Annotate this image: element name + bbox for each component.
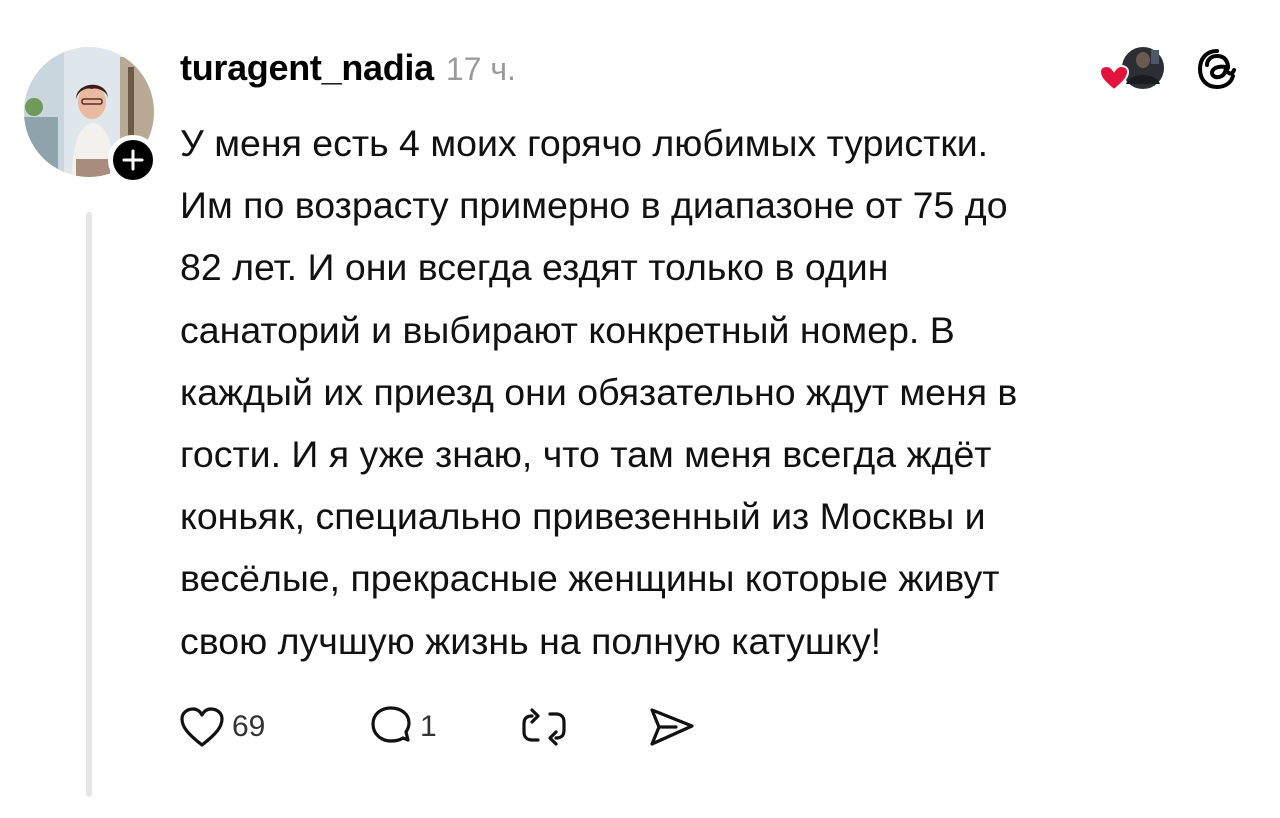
post-line: санаторий и выбирают конкретный номер. В xyxy=(180,308,955,351)
post-line: Им по возрасту примерно в диапазоне от 7… xyxy=(180,184,1008,227)
like-count: 69 xyxy=(232,710,266,743)
author-avatar-container[interactable] xyxy=(24,47,158,187)
heart-badge-icon xyxy=(1098,64,1130,92)
thread-line xyxy=(86,212,92,797)
reply-count: 1 xyxy=(420,710,437,743)
like-button[interactable]: 69 xyxy=(178,702,265,752)
heart-icon xyxy=(180,707,224,747)
post-body: У меня есть 4 моих горячо любимых турист… xyxy=(180,112,1260,672)
plus-icon xyxy=(122,149,144,171)
post-line: каждый их приезд они обязательно ждут ме… xyxy=(180,370,1018,413)
post-header: turagent_nadia 17 ч. xyxy=(180,47,516,93)
post-line: весёлые, прекрасные женщины которые живу… xyxy=(180,557,1000,600)
repost-button[interactable] xyxy=(518,702,570,752)
post-line: коньяк, специально привезенный из Москвы… xyxy=(180,495,986,538)
repost-icon xyxy=(522,708,566,746)
author-username[interactable]: turagent_nadia xyxy=(180,47,434,89)
threads-logo-icon[interactable] xyxy=(1194,46,1240,92)
follow-button[interactable] xyxy=(108,135,158,185)
post-line: 82 лет. И они всегда ездят только в один xyxy=(180,246,889,289)
comment-bubble-icon xyxy=(371,706,411,743)
liked-by-avatar[interactable] xyxy=(1096,44,1168,94)
post-line: У меня есть 4 моих горячо любимых турист… xyxy=(180,122,989,164)
reply-button[interactable]: 1 xyxy=(368,702,437,752)
post-line: гости. И я уже знаю, что там меня всегда… xyxy=(180,433,992,476)
post-line: свою лучшую жизнь на полную катушку! xyxy=(180,619,881,662)
post-time: 17 ч. xyxy=(445,51,516,87)
send-icon xyxy=(650,708,694,746)
share-button[interactable] xyxy=(646,702,696,752)
